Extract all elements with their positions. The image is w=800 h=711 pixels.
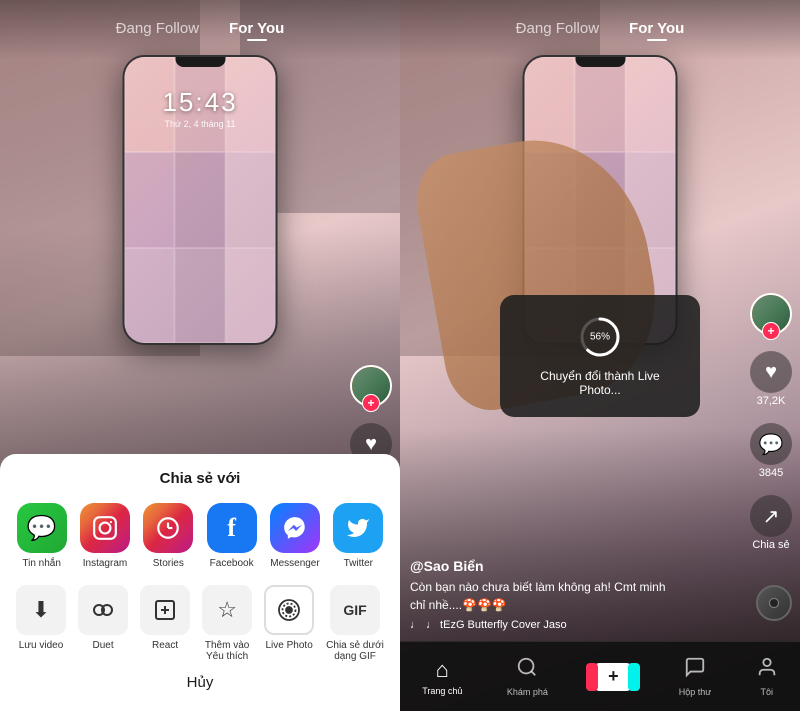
search-icon [516, 656, 538, 684]
right-for-you-tab[interactable]: For You [629, 20, 684, 37]
add-button[interactable]: + [592, 663, 634, 691]
gif-icon: GIF [330, 585, 380, 635]
nav-hop-thu[interactable]: Hộp thư [679, 656, 712, 697]
react-label: React [152, 640, 178, 651]
kham-pha-label: Khám phá [507, 687, 548, 697]
plus-icon: + [608, 666, 619, 687]
right-right-icons: + ♥ 37,2K 💬 3845 ↗ Chia sẻ [750, 293, 792, 551]
right-top-nav: Đang Follow For You [400, 20, 800, 37]
phone-notch [175, 57, 225, 67]
phone-mockup: 15:43 Thứ 2, 4 tháng 11 [123, 55, 278, 345]
share-apps-row: 💬 Tin nhắn Instagram Stories f Facebook [0, 503, 400, 569]
action-duet[interactable]: Duet [78, 585, 128, 662]
stories-icon [143, 503, 193, 553]
right-follow-plus[interactable]: + [762, 322, 780, 340]
right-like-count: 37,2K [757, 395, 786, 407]
stories-label: Stories [153, 558, 184, 569]
desc-line2: chỉ nhề....🍄🍄🍄 [410, 598, 507, 612]
share-instagram[interactable]: Instagram [80, 503, 130, 569]
video-description: Còn bạn nào chưa biết làm không ah! Cmt … [410, 578, 740, 614]
them-vao-icon: ☆ [202, 585, 252, 635]
action-live-photo[interactable]: Live Photo [264, 585, 314, 662]
action-luu-video[interactable]: ⬇ Lưu video [16, 585, 66, 662]
left-top-nav: Đang Follow For You [0, 20, 400, 37]
facebook-icon: f [207, 503, 257, 553]
toi-label: Tôi [760, 687, 773, 697]
live-photo-icon [264, 585, 314, 635]
share-twitter[interactable]: Twitter [333, 503, 383, 569]
left-avatar-container: + [350, 365, 392, 407]
right-like-button[interactable]: ♥ 37,2K [750, 351, 792, 407]
username: @Sao Biển [410, 558, 740, 574]
left-screen: 15:43 Thứ 2, 4 tháng 11 Đang Follow For … [0, 0, 400, 711]
cancel-button[interactable]: Hủy [0, 674, 400, 691]
conversion-percent: 56% [590, 331, 610, 342]
duet-label: Duet [92, 640, 113, 651]
share-messenger[interactable]: Messenger [270, 503, 320, 569]
music-text: ♩ tEzG Butterfly Cover Jaso [426, 619, 567, 631]
right-heart-icon: ♥ [750, 351, 792, 393]
home-icon: ⌂ [436, 657, 449, 683]
share-panel-title: Chia sẻ với [0, 470, 400, 487]
messenger-icon [270, 503, 320, 553]
action-them-vao[interactable]: ☆ Thêm vàoYêu thích [202, 585, 252, 662]
facebook-label: Facebook [210, 558, 254, 569]
nav-add[interactable]: + [592, 663, 634, 691]
bottom-navigation: ⌂ Trang chủ Khám phá + Hộp thư Tôi [400, 641, 800, 711]
left-following-tab[interactable]: Đang Follow [116, 20, 199, 37]
right-screen: 56% Chuyển đổi thành Live Photo... Đang … [400, 0, 800, 711]
right-following-tab[interactable]: Đang Follow [516, 20, 599, 37]
chia-se-gif-label: Chia sẻ dướidạng GIF [326, 640, 384, 662]
right-comment-icon: 💬 [750, 423, 792, 465]
music-disc [756, 585, 792, 621]
nav-kham-pha[interactable]: Khám phá [507, 656, 548, 697]
trang-chu-label: Trang chủ [422, 686, 462, 696]
desc-line1: Còn bạn nào chưa biết làm không ah! Cmt … [410, 580, 666, 594]
right-avatar-container: + [750, 293, 792, 335]
share-panel: Chia sẻ với 💬 Tin nhắn Instagram Stories… [0, 454, 400, 711]
right-comment-count: 3845 [759, 467, 783, 479]
right-comment-button[interactable]: 💬 3845 [750, 423, 792, 479]
hop-thu-label: Hộp thư [679, 687, 712, 697]
messenger-label: Messenger [270, 558, 319, 569]
phone-date: Thứ 2, 4 tháng 11 [165, 119, 236, 129]
right-share-button[interactable]: ↗ Chia sẻ [750, 495, 792, 551]
left-for-you-tab[interactable]: For You [229, 20, 284, 37]
action-react[interactable]: React [140, 585, 190, 662]
live-photo-label: Live Photo [266, 640, 313, 651]
conversion-overlay: 56% Chuyển đổi thành Live Photo... [500, 295, 700, 417]
profile-icon [756, 656, 778, 684]
twitter-icon [333, 503, 383, 553]
music-note-icon: ♩ [410, 619, 421, 631]
duet-icon [78, 585, 128, 635]
nav-toi[interactable]: Tôi [756, 656, 778, 697]
music-row: ♩ ♩ tEzG Butterfly Cover Jaso [410, 619, 740, 631]
luu-video-icon: ⬇ [16, 585, 66, 635]
conversion-text: Chuyển đổi thành Live Photo... [528, 369, 672, 397]
luu-video-label: Lưu video [19, 640, 64, 651]
share-facebook[interactable]: f Facebook [207, 503, 257, 569]
instagram-icon [80, 503, 130, 553]
share-tin-nhan[interactable]: 💬 Tin nhắn [17, 503, 67, 569]
instagram-label: Instagram [83, 558, 127, 569]
right-phone-notch [575, 57, 625, 67]
right-share-icon: ↗ [750, 495, 792, 537]
share-stories[interactable]: Stories [143, 503, 193, 569]
action-chia-se-gif[interactable]: GIF Chia sẻ dướidạng GIF [326, 585, 384, 662]
tin-nhan-label: Tin nhắn [22, 558, 61, 569]
conversion-spinner-container: 56% [578, 315, 622, 359]
tin-nhan-icon: 💬 [17, 503, 67, 553]
nav-trang-chu[interactable]: ⌂ Trang chủ [422, 657, 462, 696]
twitter-label: Twitter [344, 558, 373, 569]
them-vao-label: Thêm vàoYêu thích [205, 640, 249, 662]
left-follow-plus[interactable]: + [362, 394, 380, 412]
share-actions-row: ⬇ Lưu video Duet React ☆ Thêm vàoYêu thí… [0, 585, 400, 662]
react-icon [140, 585, 190, 635]
phone-time: 15:43 [162, 87, 237, 118]
user-info: @Sao Biển Còn bạn nào chưa biết làm khôn… [410, 558, 740, 631]
inbox-icon [684, 656, 706, 684]
right-share-label: Chia sẻ [752, 539, 789, 551]
